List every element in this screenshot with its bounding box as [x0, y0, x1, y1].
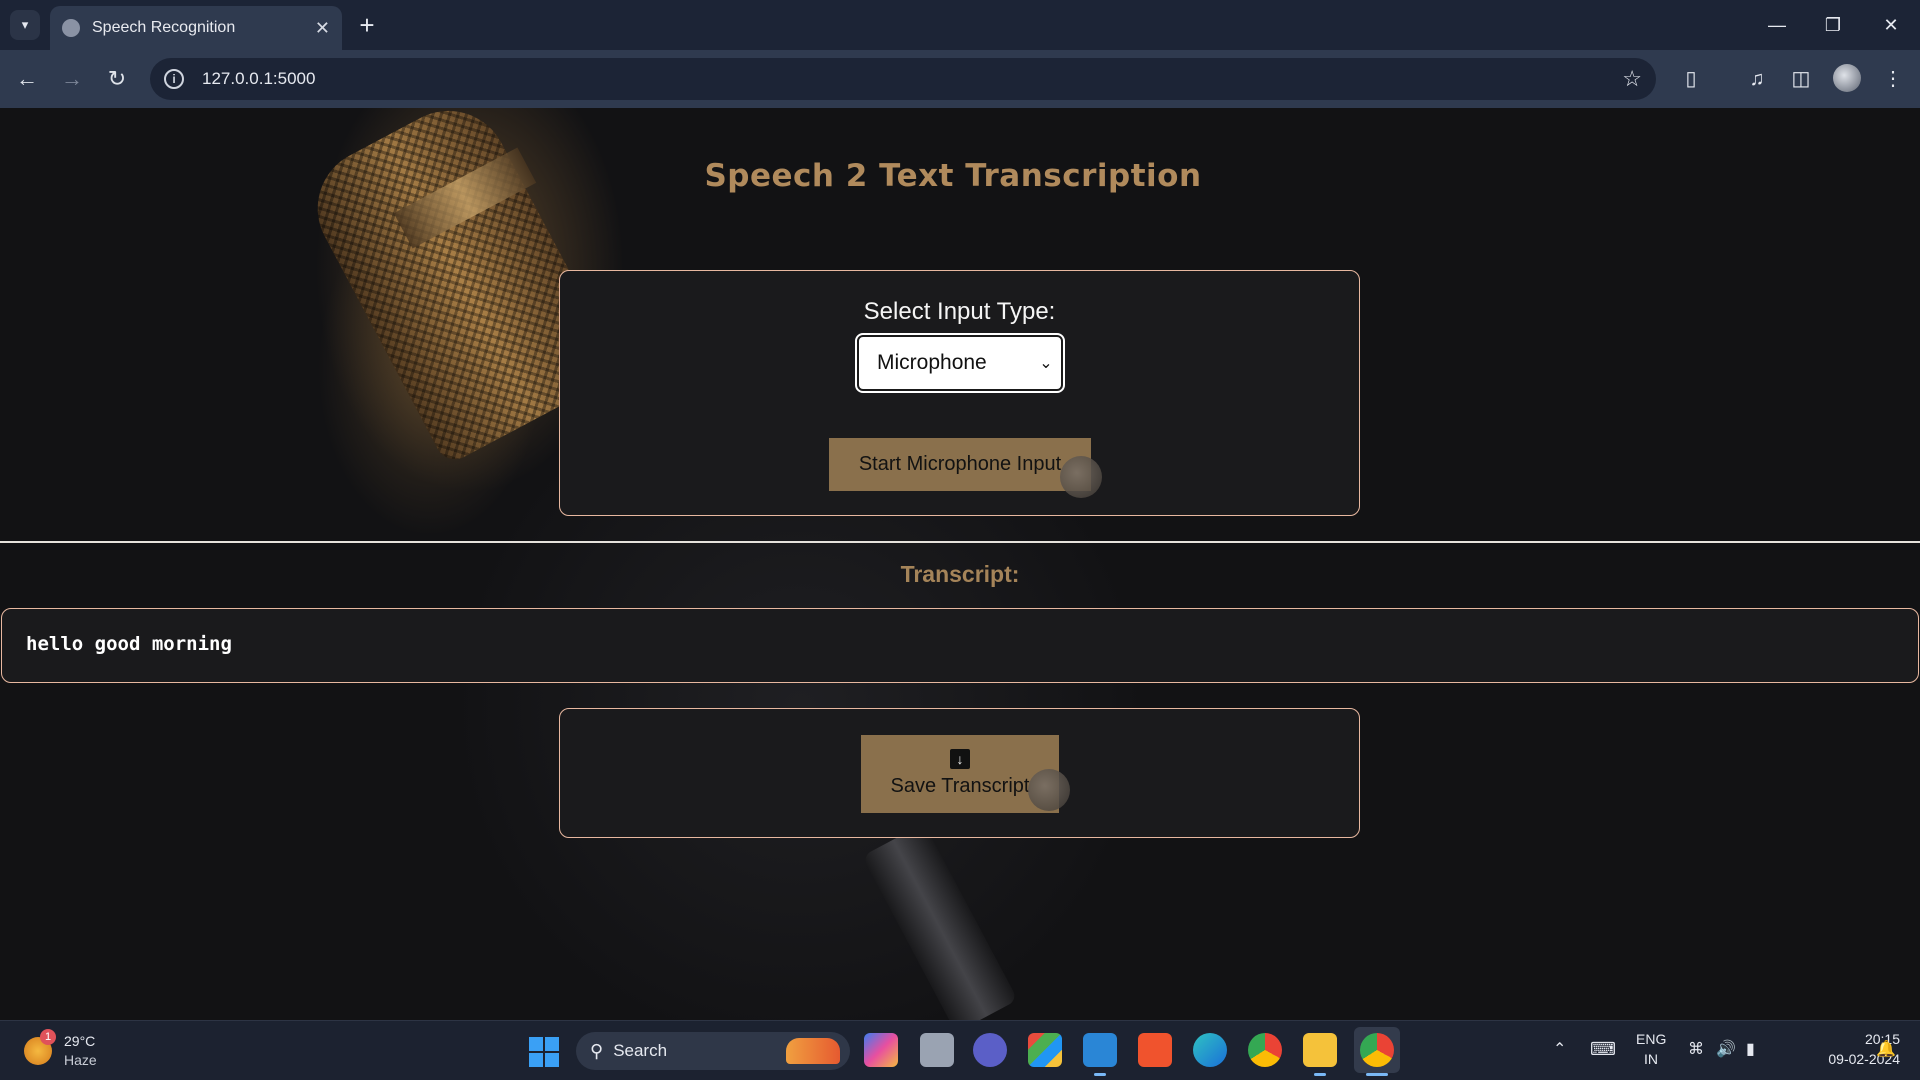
taskbar-search[interactable]: ⚲ Search — [576, 1032, 850, 1070]
weather-temperature[interactable]: 29°C — [64, 1033, 95, 1049]
windows-taskbar: 1 29°C Haze ⚲ Search ⌃ ⌨ ENG IN ⌘ 🔊 ▮ 20… — [0, 1020, 1920, 1080]
show-hidden-icons-icon[interactable]: ⌃ — [1553, 1039, 1566, 1059]
page-title: Speech 2 Text Transcription — [704, 158, 1202, 194]
close-tab-icon[interactable]: ✕ — [315, 18, 330, 39]
app-running-indicator — [1094, 1073, 1106, 1076]
input-type-select[interactable]: Microphone ⌄ — [855, 333, 1065, 393]
close-window-icon[interactable]: ✕ — [1876, 10, 1906, 40]
notification-bell-icon[interactable]: 🔔 — [1876, 1039, 1896, 1059]
profile-avatar[interactable] — [1833, 64, 1861, 92]
section-divider — [0, 541, 1920, 543]
restore-icon[interactable]: ❐ — [1818, 10, 1848, 40]
notification-badge: 1 — [40, 1029, 56, 1045]
windows-start-icon[interactable] — [529, 1037, 559, 1067]
start-microphone-button[interactable]: Start Microphone Input — [829, 438, 1091, 491]
tab-search-icon[interactable]: ▾ — [10, 10, 40, 40]
select-value: Microphone — [877, 351, 987, 374]
keyboard-icon[interactable]: ⌨ — [1590, 1039, 1616, 1060]
browser-tab-strip: ▾ Speech Recognition ✕ + — ❐ ✕ — [0, 0, 1920, 50]
transcript-text: hello good morning — [26, 633, 232, 655]
minimize-icon[interactable]: — — [1762, 10, 1792, 40]
weather-description[interactable]: Haze — [64, 1052, 97, 1068]
download-icon: ↓ — [950, 749, 970, 769]
wifi-icon[interactable]: ⌘ — [1688, 1039, 1704, 1059]
extensions-icon[interactable]: ▯ — [1676, 64, 1706, 94]
address-bar[interactable]: i 127.0.0.1:5000 ☆ — [150, 58, 1656, 100]
media-control-icon[interactable]: ♫ — [1742, 64, 1772, 94]
forward-icon[interactable]: → — [57, 64, 87, 94]
app-active-indicator — [1366, 1073, 1388, 1076]
edge-icon[interactable] — [1193, 1033, 1227, 1067]
language-secondary[interactable]: IN — [1644, 1051, 1658, 1067]
app-running-indicator — [1314, 1073, 1326, 1076]
volume-icon[interactable]: 🔊 — [1716, 1039, 1736, 1059]
tab-title: Speech Recognition — [92, 19, 236, 36]
search-label: Search — [613, 1041, 668, 1060]
tab-speech-recognition[interactable]: Speech Recognition ✕ — [50, 6, 342, 50]
transcript-box: hello good morning — [1, 608, 1919, 683]
chevron-down-icon: ⌄ — [1039, 355, 1053, 372]
vscode-icon[interactable] — [1083, 1033, 1117, 1067]
search-highlight-image — [786, 1038, 840, 1064]
side-panel-icon[interactable]: ◫ — [1786, 64, 1816, 94]
globe-icon — [62, 19, 80, 37]
save-panel: ↓ Save Transcript — [559, 708, 1360, 838]
browser-toolbar: ← → ↻ i 127.0.0.1:5000 ☆ ▯ ♫ ◫ ⋮ — [0, 50, 1920, 108]
new-tab-icon[interactable]: + — [352, 10, 382, 40]
chrome-active-icon[interactable] — [1360, 1033, 1394, 1067]
brave-icon[interactable] — [1138, 1033, 1172, 1067]
menu-kebab-icon[interactable]: ⋮ — [1878, 64, 1908, 94]
file-explorer-icon[interactable] — [1303, 1033, 1337, 1067]
battery-icon[interactable]: ▮ — [1746, 1039, 1755, 1059]
cursor-highlight — [1060, 456, 1102, 498]
cursor-highlight — [1028, 769, 1070, 811]
language-primary[interactable]: ENG — [1636, 1031, 1666, 1047]
save-transcript-button[interactable]: ↓ Save Transcript — [861, 735, 1059, 813]
task-view-icon[interactable] — [920, 1033, 954, 1067]
select-input-label: Select Input Type: — [863, 298, 1056, 325]
meet-chat-icon[interactable] — [973, 1033, 1007, 1067]
reload-icon[interactable]: ↻ — [102, 64, 132, 94]
transcript-heading: Transcript: — [900, 561, 1020, 587]
bookmark-star-icon[interactable]: ☆ — [1622, 66, 1642, 92]
copilot-icon[interactable] — [864, 1033, 898, 1067]
back-icon[interactable]: ← — [12, 64, 42, 94]
site-info-icon[interactable]: i — [164, 69, 184, 89]
microsoft-store-icon[interactable] — [1028, 1033, 1062, 1067]
url-text: 127.0.0.1:5000 — [202, 69, 316, 88]
input-type-panel: Select Input Type: Microphone ⌄ Start Mi… — [559, 270, 1360, 516]
chrome-icon[interactable] — [1248, 1033, 1282, 1067]
search-icon: ⚲ — [590, 1040, 604, 1061]
microphone-body-decoration — [862, 823, 1018, 1020]
